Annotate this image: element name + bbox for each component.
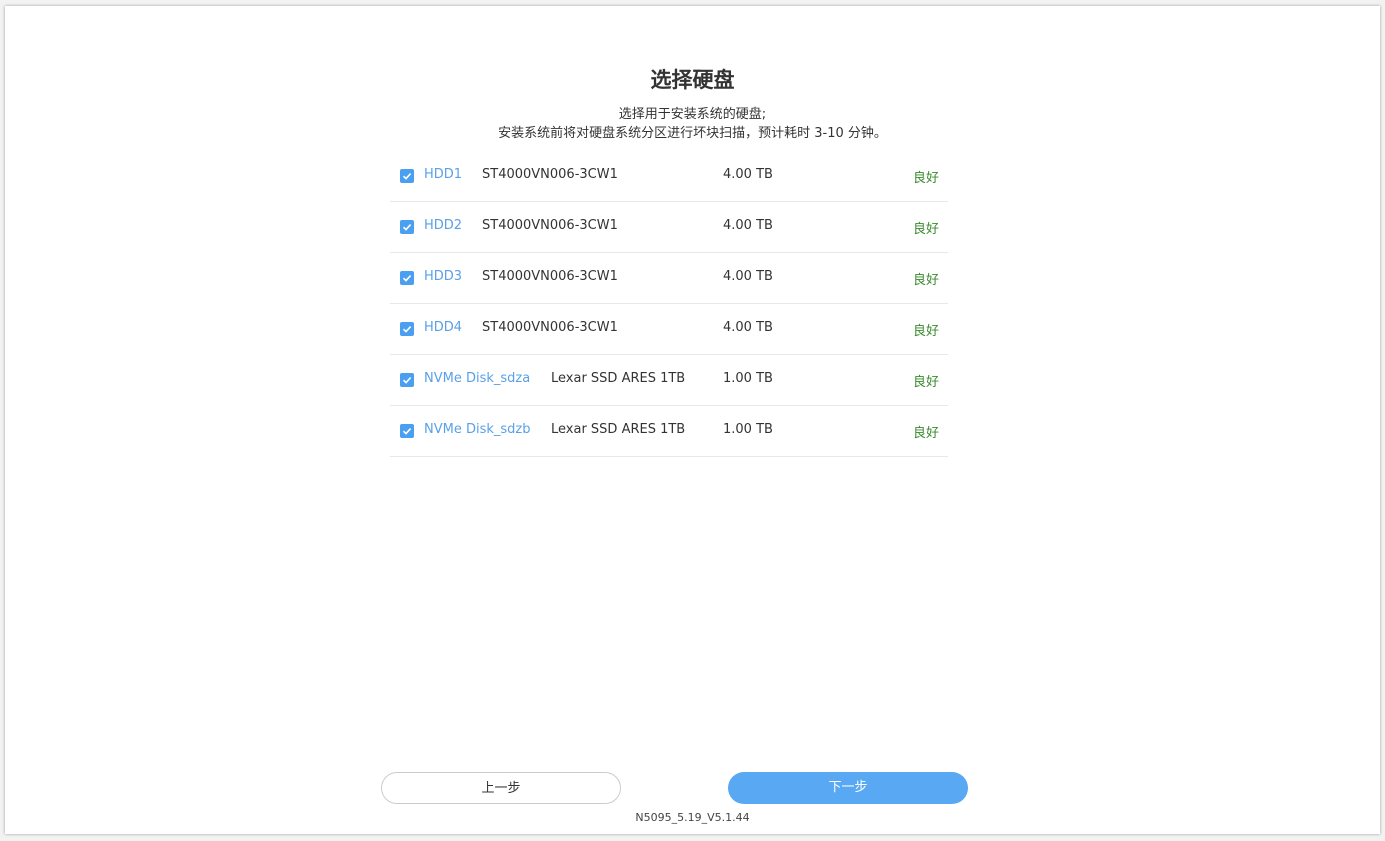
disk-status: 良好 [912,426,939,441]
disk-row: HDD2 ST4000VN006-3CW1 4.00 TB 良好 [390,202,948,253]
disk-size: 4.00 TB [723,167,773,182]
subtitle-line-2: 安装系统前将对硬盘系统分区进行坏块扫描，预计耗时 3-10 分钟。 [498,126,887,141]
disk-model: Lexar SSD ARES 1TB [551,422,686,437]
check-icon [402,275,412,282]
disk-checkbox[interactable] [400,271,414,285]
subtitle-line-1: 选择用于安装系统的硬盘; [618,107,767,122]
disk-checkbox[interactable] [400,169,414,183]
disk-status: 良好 [912,273,939,288]
check-icon [402,326,412,333]
check-icon [402,224,412,231]
disk-row: NVMe Disk_sdzb Lexar SSD ARES 1TB 1.00 T… [390,406,948,457]
disk-row: HDD4 ST4000VN006-3CW1 4.00 TB 良好 [390,304,948,355]
disk-name: HDD4 [424,320,463,335]
next-step-button[interactable]: 下一步 [728,772,968,804]
disk-status: 良好 [912,222,939,237]
disk-checkbox[interactable] [400,373,414,387]
disk-name: NVMe Disk_sdza [424,371,531,386]
disk-size: 4.00 TB [723,320,773,335]
disk-checkbox[interactable] [400,322,414,336]
disk-model: Lexar SSD ARES 1TB [551,371,686,386]
disk-checkbox[interactable] [400,424,414,438]
disk-row: NVMe Disk_sdza Lexar SSD ARES 1TB 1.00 T… [390,355,948,406]
disk-size: 4.00 TB [723,218,773,233]
setup-panel: 选择硬盘 选择用于安装系统的硬盘; 安装系统前将对硬盘系统分区进行坏块扫描，预计… [5,6,1380,834]
disk-status: 良好 [912,324,939,339]
prev-step-button[interactable]: 上一步 [381,772,621,804]
disk-size: 1.00 TB [723,422,773,437]
check-icon [402,173,412,180]
disk-checkbox[interactable] [400,220,414,234]
check-icon [402,377,412,384]
disk-row: HDD1 ST4000VN006-3CW1 4.00 TB 良好 [390,151,948,202]
disk-name: HDD3 [424,269,463,284]
disk-name: HDD1 [424,167,463,182]
disk-model: ST4000VN006-3CW1 [482,167,618,182]
check-icon [402,428,412,435]
disk-name: HDD2 [424,218,463,233]
disk-list: HDD1 ST4000VN006-3CW1 4.00 TB 良好 HDD2 ST… [390,151,948,457]
disk-model: ST4000VN006-3CW1 [482,269,618,284]
disk-model: ST4000VN006-3CW1 [482,320,618,335]
version-label: N5095_5.19_V5.1.44 [635,811,750,824]
disk-status: 良好 [912,171,939,186]
page-title: 选择硬盘 [650,68,735,92]
disk-status: 良好 [912,375,939,390]
disk-name: NVMe Disk_sdzb [424,422,531,437]
disk-size: 4.00 TB [723,269,773,284]
disk-row: HDD3 ST4000VN006-3CW1 4.00 TB 良好 [390,253,948,304]
disk-size: 1.00 TB [723,371,773,386]
disk-model: ST4000VN006-3CW1 [482,218,618,233]
